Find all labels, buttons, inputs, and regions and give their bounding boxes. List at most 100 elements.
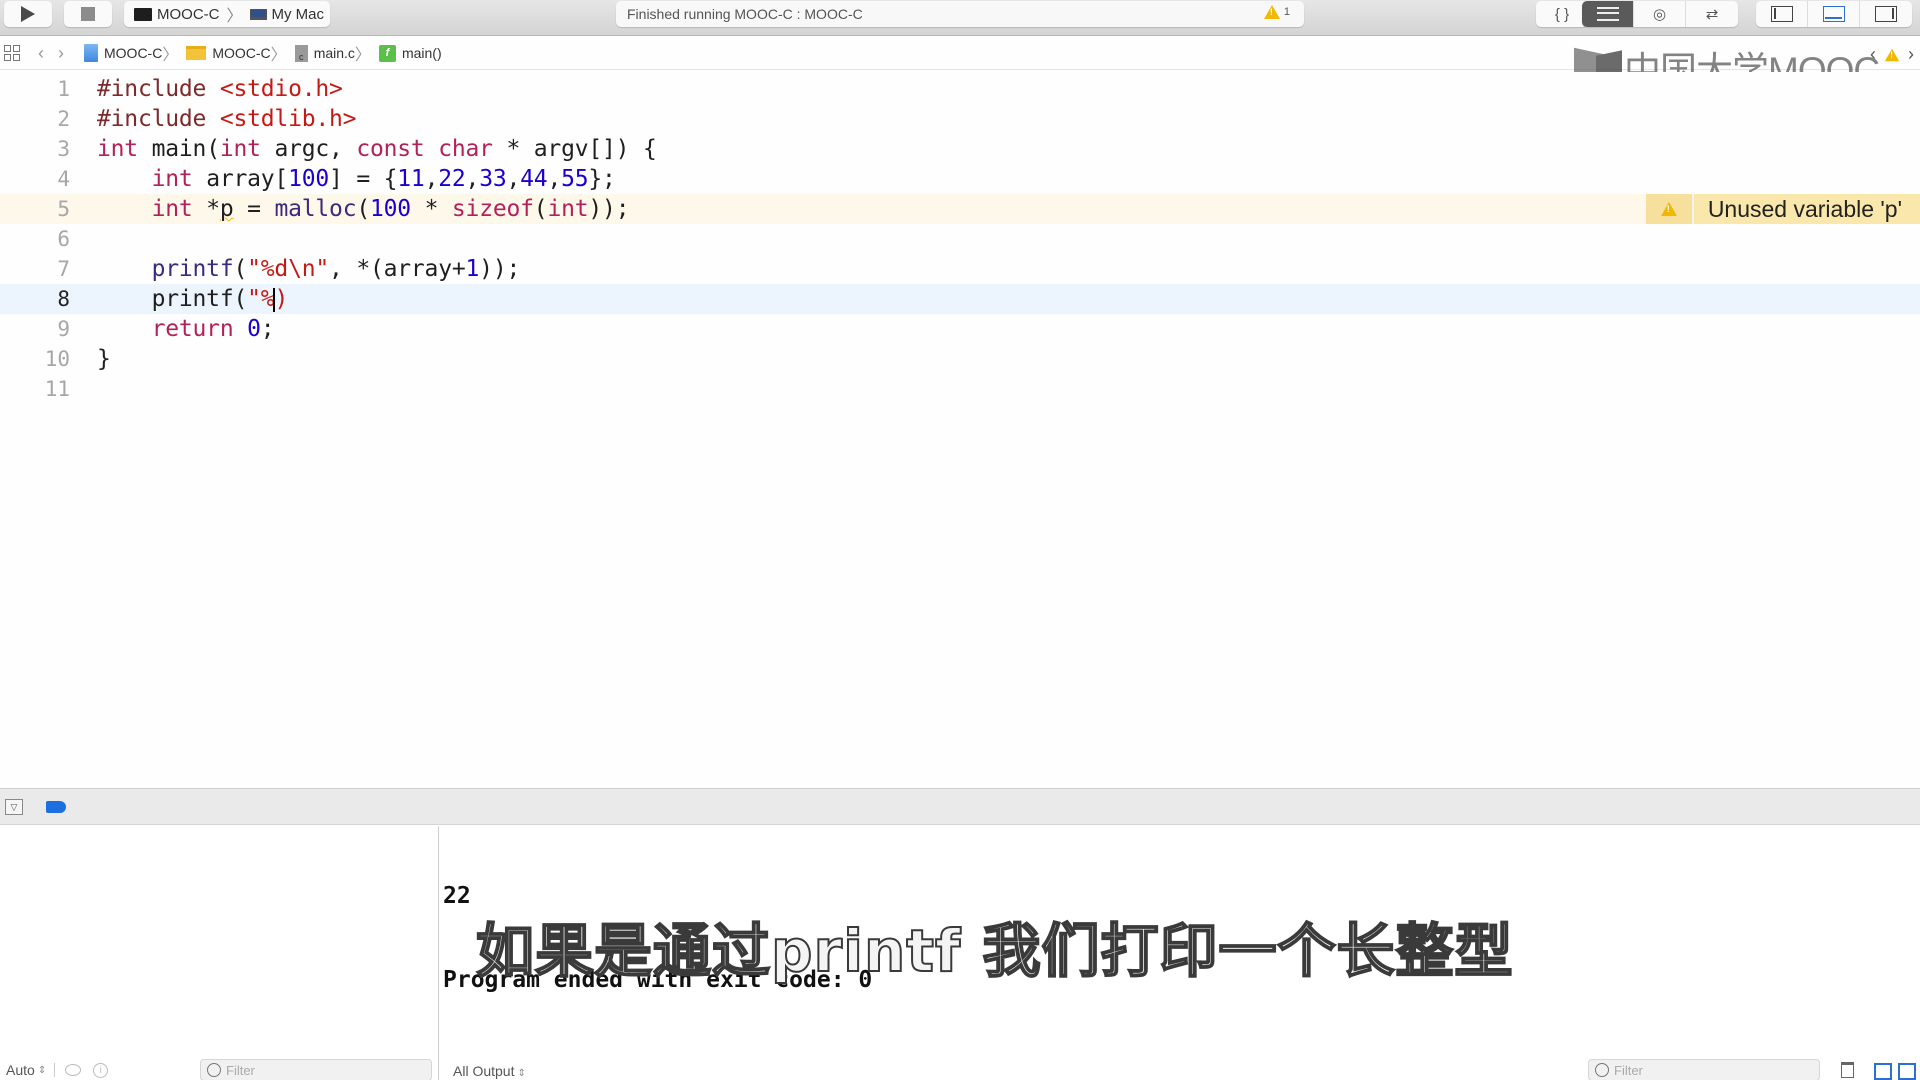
trash-icon[interactable]: [1841, 1062, 1854, 1078]
line-number: 4: [57, 167, 70, 191]
variables-view: [0, 826, 439, 1080]
warning-annotation[interactable]: Unused variable 'p': [1645, 194, 1920, 224]
filter-icon: [207, 1063, 221, 1077]
breadcrumb-label: MOOC-C: [104, 45, 163, 61]
forward-arrow-icon[interactable]: ›: [58, 43, 64, 64]
breadcrumb-folder[interactable]: MOOC-C: [186, 45, 271, 61]
breadcrumb-file[interactable]: c main.c: [294, 44, 355, 62]
status-text: Finished running MOOC-C : MOOC-C: [627, 6, 863, 22]
code-review-toggle[interactable]: { }: [1536, 1, 1588, 27]
back-arrow-icon[interactable]: ‹: [38, 43, 44, 64]
line-number: 1: [57, 77, 70, 101]
swap-arrows-icon: ⇄: [1705, 6, 1719, 23]
chevron-right-icon: 〉: [162, 47, 179, 64]
scheme-name: MOOC-C: [157, 5, 220, 23]
toggle-navigator-button[interactable]: [1756, 1, 1808, 27]
line-number: 6: [57, 227, 70, 251]
code-line[interactable]: 11: [0, 374, 1920, 404]
stop-icon: [81, 7, 95, 21]
chevron-right-icon: 〉: [354, 47, 371, 64]
hide-debug-area-button[interactable]: ▽: [5, 799, 23, 815]
view-toggle-segmented-control: [1756, 1, 1912, 27]
breadcrumb-label: main(): [401, 45, 442, 61]
warning-message: Unused variable 'p': [1693, 194, 1920, 224]
divider: [54, 1063, 56, 1077]
eye-icon[interactable]: [65, 1064, 82, 1076]
line-number: 5: [57, 197, 70, 221]
next-issue-icon[interactable]: ›: [1908, 44, 1914, 65]
output-mode-selector[interactable]: All Output ⇕: [453, 1063, 526, 1079]
line-number: 10: [44, 347, 70, 371]
function-icon: f: [378, 44, 396, 62]
warning-icon[interactable]: [1884, 48, 1900, 61]
code-line[interactable]: 10 }: [0, 344, 1920, 374]
code-line[interactable]: 3 int main(int argc, const char * argv[]…: [0, 134, 1920, 164]
info-icon[interactable]: i: [93, 1062, 109, 1078]
assistant-editor-button[interactable]: ◎: [1634, 1, 1686, 27]
chevron-right-icon: 〉: [226, 8, 243, 25]
overlapping-circles-icon: ◎: [1652, 6, 1667, 23]
left-panel-icon: [1770, 6, 1793, 22]
stop-button[interactable]: [64, 1, 112, 27]
editor-mode-segmented-control: ◎ ⇄: [1582, 1, 1738, 27]
warning-icon: [1263, 5, 1280, 19]
warning-icon: [1660, 202, 1677, 216]
scope-selector[interactable]: Auto: [6, 1062, 35, 1078]
related-items-icon[interactable]: [4, 45, 20, 61]
chevron-right-icon: 〉: [270, 47, 287, 64]
standard-editor-button[interactable]: [1582, 1, 1634, 27]
show-console-pane-icon[interactable]: [1898, 1063, 1916, 1080]
code-line[interactable]: 4 int array[100] = {11,22,33,44,55};: [0, 164, 1920, 194]
toggle-utilities-button[interactable]: [1860, 1, 1912, 27]
lines-icon: [1596, 7, 1619, 21]
line-number: 2: [57, 107, 70, 131]
issue-navigator: ‹ ›: [1870, 44, 1914, 65]
source-editor[interactable]: 1 #include <stdio.h> 2 #include <stdlib.…: [0, 72, 1920, 788]
previous-issue-icon[interactable]: ‹: [1870, 44, 1876, 65]
version-editor-button[interactable]: ⇄: [1686, 1, 1738, 27]
code-line[interactable]: 1 #include <stdio.h>: [0, 74, 1920, 104]
line-number: 3: [57, 137, 70, 161]
show-variables-pane-icon[interactable]: [1874, 1063, 1892, 1080]
line-number: 7: [57, 257, 70, 281]
warning-count: 1: [1283, 6, 1290, 18]
line-number: 9: [57, 317, 70, 341]
breakpoint-toggle-icon[interactable]: [46, 801, 66, 813]
breadcrumb-label: MOOC-C: [212, 45, 271, 61]
scheme-selector[interactable]: MOOC-C 〉 My Mac: [124, 1, 330, 27]
breadcrumb-project[interactable]: MOOC-C: [84, 44, 162, 62]
code-line[interactable]: 6: [0, 224, 1920, 254]
terminal-app-icon: [134, 7, 152, 21]
console-filter-field[interactable]: Filter: [1588, 1059, 1820, 1080]
folder-icon: [186, 46, 207, 60]
filter-icon: [1595, 1063, 1609, 1077]
code-line[interactable]: 2 #include <stdlib.h>: [0, 104, 1920, 134]
c-file-icon: c: [294, 44, 308, 62]
debug-bar: ▽: [0, 788, 1920, 825]
bottom-panel-icon: [1822, 6, 1845, 22]
right-panel-icon: [1875, 6, 1897, 22]
project-icon: [84, 44, 98, 62]
code-line[interactable]: 9 return 0;: [0, 314, 1920, 344]
filter-placeholder: Filter: [1614, 1062, 1643, 1078]
laptop-icon: [249, 8, 267, 20]
warning-badge[interactable]: 1: [1263, 5, 1290, 19]
video-subtitle: 如果是通过printf 我们打印一个长整型: [475, 916, 1514, 986]
braces-icon[interactable]: { }: [1536, 1, 1588, 27]
current-code-line[interactable]: 8 printf("%): [0, 284, 1920, 314]
updown-chevron-icon: ⇕: [517, 1068, 526, 1079]
play-icon: [21, 6, 35, 22]
code-line[interactable]: 7 printf("%d\n", *(array+1));: [0, 254, 1920, 284]
toggle-debug-area-button[interactable]: [1808, 1, 1860, 27]
run-button[interactable]: [4, 1, 52, 27]
variables-filter-field[interactable]: Filter: [200, 1059, 432, 1080]
activity-status: Finished running MOOC-C : MOOC-C 1: [616, 1, 1304, 27]
toolbar: MOOC-C 〉 My Mac Finished running MOOC-C …: [0, 0, 1920, 36]
unused-variable: p: [219, 196, 234, 222]
line-number: 8: [57, 287, 70, 311]
updown-chevron-icon: ⇕: [37, 1064, 47, 1076]
code-line-with-warning[interactable]: 5 int *p = malloc(100 * sizeof(int)); Un…: [0, 194, 1920, 224]
filter-placeholder: Filter: [226, 1062, 255, 1078]
breadcrumb-label: main.c: [313, 45, 355, 61]
breadcrumb-function[interactable]: f main(): [378, 44, 442, 62]
